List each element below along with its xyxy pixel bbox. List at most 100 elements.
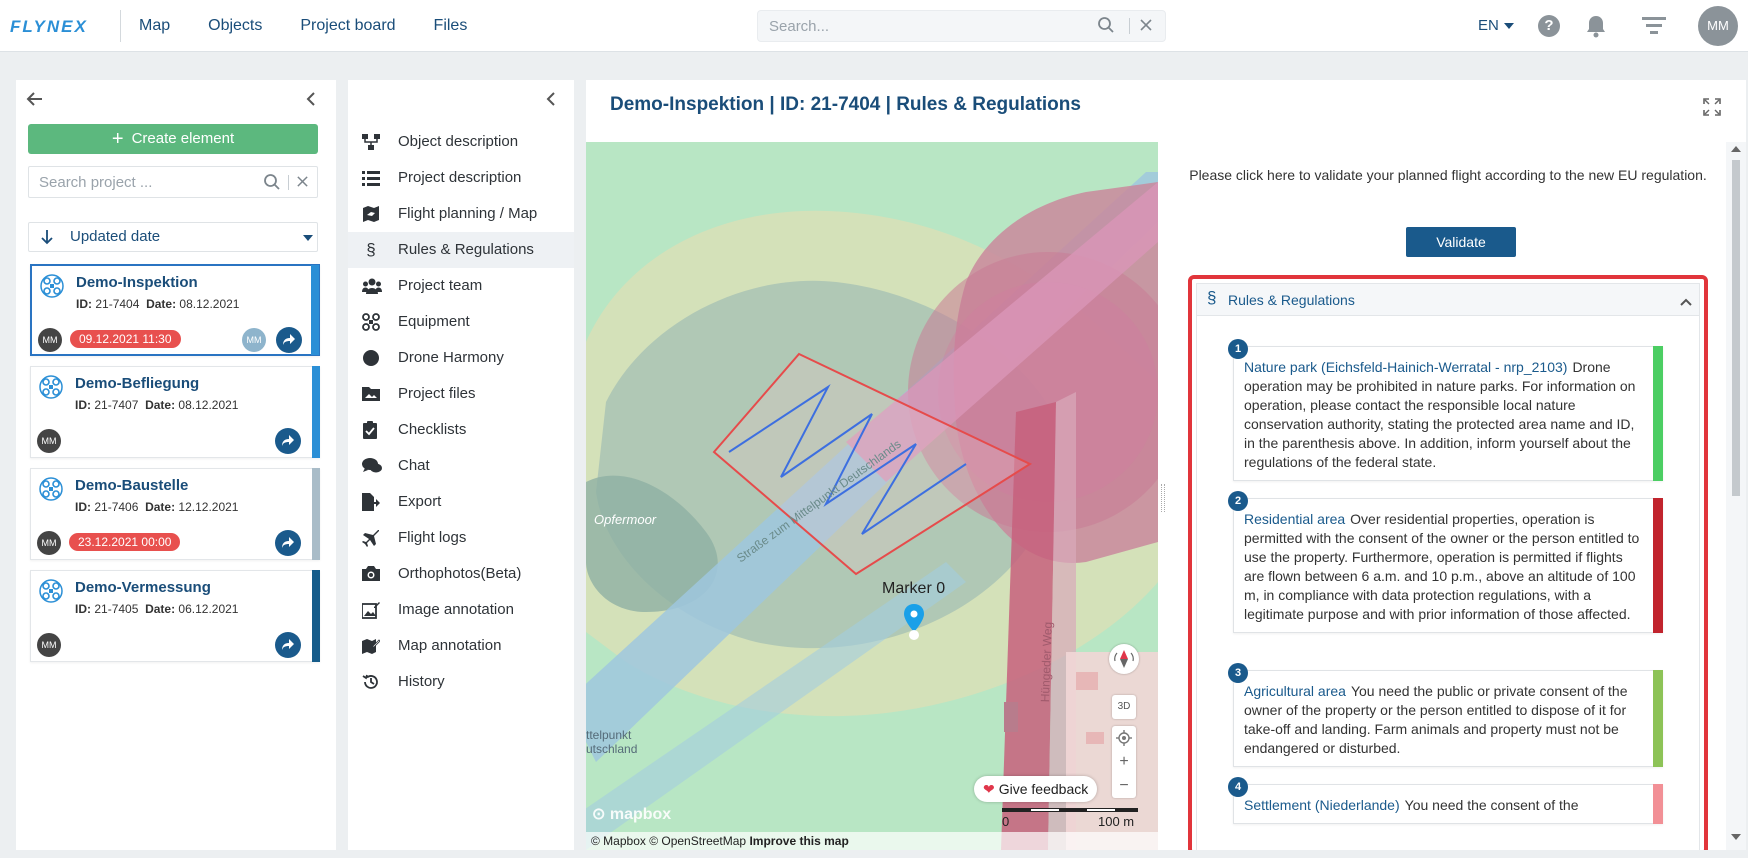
project-name: Demo-Inspektion	[76, 274, 198, 291]
rules-highlight-box: § Rules & Regulations 1 Nature park (Eic…	[1188, 275, 1708, 850]
menu-item-label: Rules & Regulations	[398, 241, 534, 258]
toggle-3d-button[interactable]: 3D	[1112, 695, 1136, 719]
filter-icon[interactable]	[1642, 17, 1666, 40]
rule-number-badge: 3	[1228, 663, 1248, 683]
rule-status-stripe	[1653, 784, 1663, 824]
flynex-logo[interactable]: FLYNEX	[10, 14, 110, 38]
map-plane-icon	[362, 205, 380, 223]
project-search	[28, 166, 318, 198]
owner-avatar: MM	[37, 633, 61, 657]
locate-icon[interactable]	[1112, 726, 1136, 750]
rule-title-link[interactable]: Residential area	[1244, 511, 1345, 527]
rule-title-link[interactable]: Settlement (Niederlande)	[1244, 797, 1400, 813]
menu-item-object-description[interactable]: Object description	[348, 124, 574, 160]
fullscreen-icon[interactable]	[1703, 98, 1721, 121]
clear-search-icon[interactable]	[1139, 18, 1153, 37]
scroll-down-icon[interactable]	[1731, 834, 1741, 840]
share-button[interactable]	[275, 428, 301, 454]
menu-item-chat[interactable]: Chat	[348, 448, 574, 484]
improve-map-link[interactable]: Improve this map	[749, 834, 848, 848]
create-element-button[interactable]: + Create element	[28, 124, 318, 154]
plus-icon: +	[111, 128, 124, 150]
rule-text: Drone operation may be prohibited in nat…	[1244, 359, 1636, 470]
nav-project-board[interactable]: Project board	[281, 0, 414, 52]
menu-item-export[interactable]: Export	[348, 484, 574, 520]
project-card[interactable]: Demo-Vermessung ID: 21-7405 Date: 06.12.…	[30, 570, 320, 662]
clear-search-icon[interactable]	[296, 175, 309, 193]
rule-status-stripe	[1653, 498, 1663, 633]
menu-item-label: Equipment	[398, 313, 470, 330]
menu-item-label: Object description	[398, 133, 519, 150]
menu-item-image-annotation[interactable]: Image annotation	[348, 592, 574, 628]
menu-item-orthophotos[interactable]: Orthophotos(Beta)	[348, 556, 574, 592]
menu-item-label: Flight logs	[398, 529, 467, 546]
menu-item-map-annotation[interactable]: Map annotation	[348, 628, 574, 664]
map-pin-icon[interactable]	[904, 604, 924, 645]
menu-item-history[interactable]: History	[348, 664, 574, 700]
menu-item-label: Export	[398, 493, 442, 510]
scroll-up-icon[interactable]	[1731, 146, 1741, 152]
image-edit-icon	[361, 601, 380, 619]
sort-dropdown[interactable]: Updated date	[28, 222, 318, 252]
search-icon[interactable]	[263, 173, 281, 196]
top-bar: FLYNEX Map Objects Project board Files E…	[0, 0, 1748, 52]
project-search-input[interactable]	[29, 167, 259, 197]
share-button[interactable]	[276, 327, 302, 353]
user-avatar[interactable]: MM	[1698, 6, 1738, 46]
rules-scrollbar[interactable]	[1726, 142, 1746, 850]
bell-icon[interactable]	[1585, 14, 1607, 43]
menu-item-flight-logs[interactable]: Flight logs	[348, 520, 574, 556]
split-resize-handle[interactable]	[1161, 484, 1165, 512]
global-search-input[interactable]	[758, 11, 1088, 41]
project-meta: ID: 21-7405 Date: 06.12.2021	[75, 602, 239, 616]
menu-item-project-description[interactable]: Project description	[348, 160, 574, 196]
project-card[interactable]: Demo-Befliegung ID: 21-7407 Date: 08.12.…	[30, 366, 320, 458]
language-selector[interactable]: EN	[1478, 0, 1514, 52]
chevron-left-icon[interactable]	[544, 90, 558, 113]
rules-section-header[interactable]: § Rules & Regulations	[1197, 284, 1699, 316]
compass-button[interactable]	[1109, 644, 1139, 674]
zoom-in-button[interactable]: +	[1112, 750, 1136, 774]
nav-map[interactable]: Map	[120, 0, 189, 52]
export-icon	[362, 493, 380, 511]
project-card[interactable]: Demo-Inspektion ID: 21-7404 Date: 08.12.…	[30, 264, 320, 356]
menu-item-equipment[interactable]: Equipment	[348, 304, 574, 340]
menu-item-label: Orthophotos(Beta)	[398, 565, 522, 582]
menu-item-project-team[interactable]: Project team	[348, 268, 574, 304]
share-button[interactable]	[275, 530, 301, 556]
share-button[interactable]	[275, 632, 301, 658]
help-icon[interactable]: ?	[1538, 15, 1560, 37]
give-feedback-button[interactable]: ❤ Give feedback	[974, 776, 1098, 802]
owner-avatar: MM	[37, 429, 61, 453]
nav-objects[interactable]: Objects	[189, 0, 281, 52]
validate-button[interactable]: Validate	[1406, 227, 1516, 257]
menu-item-rules-regulations[interactable]: § Rules & Regulations	[348, 232, 574, 268]
scale-end-label: 100 m	[1098, 814, 1135, 829]
menu-item-project-files[interactable]: Project files	[348, 376, 574, 412]
menu-item-drone-harmony[interactable]: Drone Harmony	[348, 340, 574, 376]
mapbox-logo[interactable]: ⊙ mapbox	[592, 804, 671, 824]
rule-title-link[interactable]: Agricultural area	[1244, 683, 1346, 699]
map-place-label: utschland	[586, 742, 638, 756]
main-nav: Map Objects Project board Files	[120, 0, 486, 52]
back-arrow-icon[interactable]	[26, 90, 44, 113]
chevron-up-icon[interactable]	[1679, 294, 1693, 312]
map-canvas	[586, 142, 1158, 850]
rule-card: 1 Nature park (Eichsfeld-Hainich-Werrata…	[1228, 339, 1663, 481]
map-place-label: ttelpunkt	[586, 728, 632, 742]
menu-item-flight-planning[interactable]: Flight planning / Map	[348, 196, 574, 232]
attribution-text[interactable]: © Mapbox © OpenStreetMap	[591, 834, 746, 848]
map-view[interactable]: Opfermoor ttelpunkt utschland Straße zum…	[586, 142, 1158, 850]
menu-item-label: Project files	[398, 385, 476, 402]
camera-icon	[362, 565, 380, 583]
chevron-left-icon[interactable]	[304, 90, 318, 113]
search-icon[interactable]	[1097, 16, 1115, 39]
nav-files[interactable]: Files	[415, 0, 487, 52]
page-title: Demo-Inspektion | ID: 21-7404 | Rules & …	[610, 94, 1081, 115]
rule-text: Over residential properties, operation i…	[1244, 511, 1640, 622]
project-card[interactable]: Demo-Baustelle ID: 21-7406 Date: 12.12.2…	[30, 468, 320, 560]
menu-item-checklists[interactable]: Checklists	[348, 412, 574, 448]
zoom-out-button[interactable]: −	[1112, 774, 1136, 798]
rule-title-link[interactable]: Nature park (Eichsfeld-Hainich-Werratal …	[1244, 359, 1567, 375]
scrollbar-thumb[interactable]	[1732, 160, 1740, 496]
